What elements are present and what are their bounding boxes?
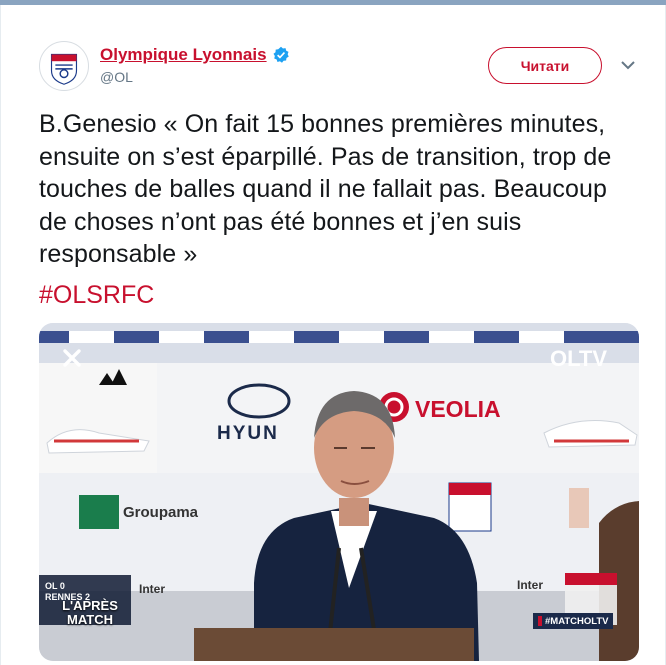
media-video[interactable]: HYUN VEOLIA Groupama Inter Inter OLTV OL… [39,323,639,661]
close-icon[interactable] [61,347,83,369]
follow-button[interactable]: Читати [488,47,602,84]
ol-crest-icon [40,42,88,90]
handle[interactable]: @OL [100,69,133,85]
svg-text:VEOLIA: VEOLIA [415,396,501,422]
avatar[interactable] [39,41,89,91]
display-name[interactable]: Olympique Lyonnais [100,45,267,65]
chevron-down-icon[interactable] [620,59,636,71]
tweet-text: B.Genesio « On fait 15 bonnes premières … [39,110,612,268]
svg-text:Groupama: Groupama [123,504,199,521]
match-hashtag-tag: #MATCHOLTV [533,613,613,629]
svg-text:Inter: Inter [517,578,543,592]
svg-text:HYUN: HYUN [217,423,279,444]
verified-badge-icon [273,46,289,63]
tweet-card: Olympique Lyonnais @OL Читати B.Genesio … [0,5,666,665]
svg-text:OLTV: OLTV [550,346,607,371]
show-title: L'APRÈS MATCH [62,598,118,627]
hashtag-link[interactable]: #OLSRFC [39,281,154,310]
oltv-logo: OLTV [550,346,607,371]
svg-text:Inter: Inter [139,582,165,596]
score-home: OL 0 [45,581,65,591]
author-row: Olympique Lyonnais [100,45,290,65]
